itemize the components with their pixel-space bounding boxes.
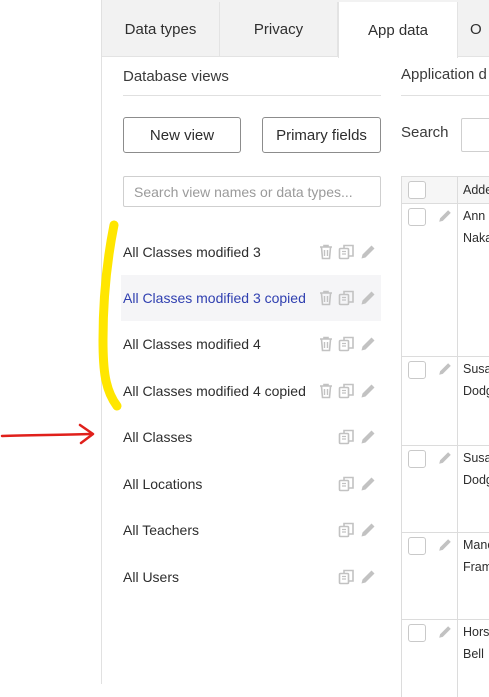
copy-icon[interactable] — [338, 475, 356, 493]
search-views-input[interactable] — [123, 176, 381, 207]
table-row: Hors Bell — [402, 620, 489, 697]
view-item[interactable]: All Teachers — [121, 507, 381, 553]
table-row: Ann Naka — [402, 204, 489, 357]
pencil-icon[interactable] — [437, 450, 453, 471]
row-actions — [338, 474, 377, 494]
tab-label: O — [470, 20, 482, 38]
tab-data-types[interactable]: Data types — [102, 2, 220, 56]
trash-icon[interactable] — [317, 289, 335, 307]
table-row: Susa Dodg — [402, 357, 489, 446]
divider — [123, 95, 381, 96]
pencil-icon[interactable] — [359, 243, 377, 261]
pencil-icon[interactable] — [359, 382, 377, 400]
tab-app-data[interactable]: App data — [338, 2, 458, 58]
row-checkbox[interactable] — [408, 361, 426, 379]
cell-line: Fram — [463, 560, 489, 574]
tab-label: Data types — [124, 20, 197, 38]
copy-icon[interactable] — [338, 428, 356, 446]
cell-line: Naka — [463, 231, 489, 245]
row-actions — [317, 381, 377, 401]
row-actions — [317, 242, 377, 262]
new-view-button[interactable]: New view — [123, 117, 241, 153]
cell-line: Bell — [463, 647, 484, 661]
table-header: Adde — [402, 177, 489, 204]
column-header: Adde — [463, 183, 489, 197]
tab-other[interactable]: O — [458, 2, 489, 56]
view-item-label: All Locations — [123, 476, 203, 492]
view-item-label: All Classes modified 4 copied — [123, 383, 306, 399]
pencil-icon[interactable] — [437, 624, 453, 645]
yellow-highlight-annotation — [98, 220, 122, 411]
view-item[interactable]: All Classes modified 3 — [121, 229, 381, 275]
cell-line: Ann — [463, 209, 486, 223]
cell-line: Susa — [463, 362, 489, 376]
pencil-icon[interactable] — [359, 335, 377, 353]
view-item-label: All Classes — [123, 429, 193, 445]
view-item-label: All Users — [123, 569, 180, 585]
application-data-title: Application d — [401, 66, 487, 83]
pencil-icon[interactable] — [359, 289, 377, 307]
trash-icon[interactable] — [317, 335, 335, 353]
view-item[interactable]: All Classes modified 3 copied — [121, 275, 381, 321]
cell-line: Dodg — [463, 384, 489, 398]
data-table: Adde Ann Naka Susa Dodg Susa Dodg Manc F… — [401, 176, 489, 697]
tab-bar: Data types Privacy App data O — [102, 0, 489, 58]
search-label: Search — [401, 124, 449, 141]
copy-icon[interactable] — [338, 243, 356, 261]
view-item[interactable]: All Classes modified 4 copied — [121, 368, 381, 414]
copy-icon[interactable] — [338, 335, 356, 353]
select-all-checkbox[interactable] — [408, 181, 426, 199]
cell-line: Manc — [463, 538, 489, 552]
tab-label: App data — [367, 21, 429, 39]
search-app-data-input[interactable] — [461, 118, 489, 152]
pencil-icon[interactable] — [359, 428, 377, 446]
database-views-title: Database views — [123, 68, 229, 85]
copy-icon[interactable] — [338, 568, 356, 586]
tab-privacy[interactable]: Privacy — [220, 2, 338, 56]
copy-icon[interactable] — [338, 521, 356, 539]
row-checkbox[interactable] — [408, 208, 426, 226]
primary-fields-button[interactable]: Primary fields — [262, 117, 381, 153]
cell-line: Susa — [463, 451, 489, 465]
pencil-icon[interactable] — [437, 537, 453, 558]
view-item[interactable]: All Classes modified 4 — [121, 321, 381, 367]
pencil-icon[interactable] — [359, 521, 377, 539]
cell-line: Hors — [463, 625, 489, 639]
table-row: Manc Fram — [402, 533, 489, 620]
cell-line: Dodg — [463, 473, 489, 487]
row-checkbox[interactable] — [408, 450, 426, 468]
table-row: Susa Dodg — [402, 446, 489, 533]
view-item-label: All Classes modified 3 copied — [123, 290, 306, 306]
row-checkbox[interactable] — [408, 624, 426, 642]
view-item-label: All Classes modified 4 — [123, 336, 261, 352]
divider — [401, 95, 489, 96]
copy-icon[interactable] — [338, 382, 356, 400]
view-item-label: All Teachers — [123, 522, 200, 538]
trash-icon[interactable] — [317, 382, 335, 400]
row-actions — [338, 520, 377, 540]
pencil-icon[interactable] — [359, 568, 377, 586]
view-item[interactable]: All Locations — [121, 461, 381, 507]
trash-icon[interactable] — [317, 243, 335, 261]
pencil-icon[interactable] — [359, 475, 377, 493]
view-item[interactable]: All Classes — [121, 414, 381, 460]
red-arrow-annotation — [0, 423, 95, 445]
view-item-label: All Classes modified 3 — [123, 244, 261, 260]
pencil-icon[interactable] — [437, 208, 453, 229]
row-actions — [338, 427, 377, 447]
row-actions — [338, 567, 377, 587]
row-actions — [317, 288, 377, 308]
tab-label: Privacy — [253, 20, 304, 38]
row-checkbox[interactable] — [408, 537, 426, 555]
column-separator — [457, 177, 458, 203]
pencil-icon[interactable] — [437, 361, 453, 382]
view-item[interactable]: All Users — [121, 554, 381, 600]
row-actions — [317, 334, 377, 354]
copy-icon[interactable] — [338, 289, 356, 307]
